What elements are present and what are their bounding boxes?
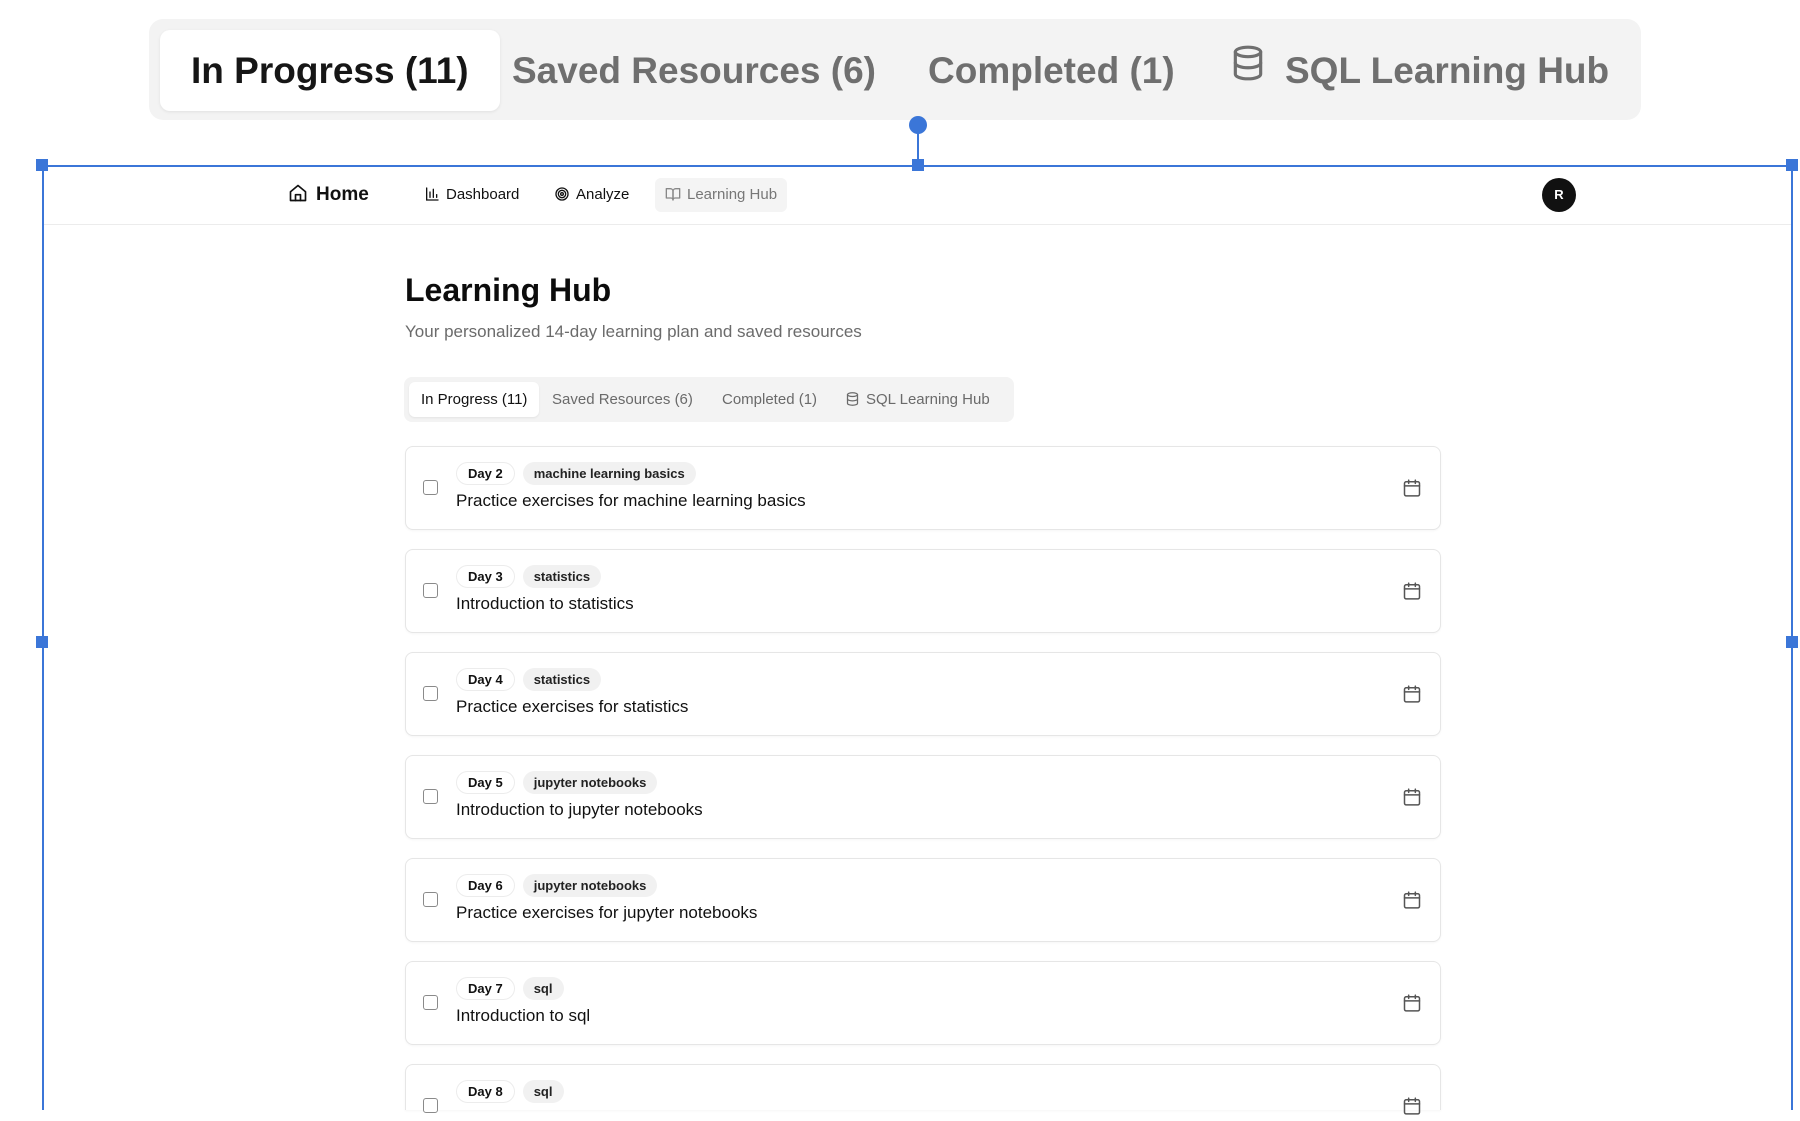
tab-bar: In Progress (11) Saved Resources (6) Com… xyxy=(404,377,1014,422)
user-avatar[interactable]: R xyxy=(1542,178,1576,212)
selection-handle-middle-left[interactable] xyxy=(36,636,48,648)
task-title: Introduction to sql xyxy=(456,1006,591,1025)
calendar-icon[interactable] xyxy=(1402,787,1422,812)
task-checkbox[interactable] xyxy=(423,789,438,804)
calendar-icon[interactable] xyxy=(1402,581,1422,606)
calendar-icon[interactable] xyxy=(1402,478,1422,503)
task-checkbox[interactable] xyxy=(423,995,438,1010)
zoomed-tab-completed[interactable]: Completed (1) xyxy=(928,30,1175,111)
task-card: Day 8 sql xyxy=(405,1064,1441,1115)
zoomed-tab-sql-learning-hub[interactable]: SQL Learning Hub xyxy=(1229,30,1609,111)
tab-sql-learning-hub[interactable]: SQL Learning Hub xyxy=(845,382,990,417)
day-badge: Day 5 xyxy=(456,771,515,794)
nav-analyze[interactable]: Analyze xyxy=(544,178,639,212)
tab-in-progress[interactable]: In Progress (11) xyxy=(409,382,540,417)
selection-handle-middle-right[interactable] xyxy=(1786,636,1798,648)
task-title: Practice exercises for machine learning … xyxy=(456,491,806,510)
task-checkbox[interactable] xyxy=(423,480,438,495)
day-badge: Day 6 xyxy=(456,874,515,897)
topic-badge: machine learning basics xyxy=(522,462,696,485)
page-title: Learning Hub xyxy=(405,272,612,308)
home-icon xyxy=(289,185,307,202)
day-badge: Day 4 xyxy=(456,668,515,691)
day-badge: Day 3 xyxy=(456,565,515,588)
calendar-icon[interactable] xyxy=(1402,684,1422,709)
task-checkbox[interactable] xyxy=(423,583,438,598)
day-badge: Day 8 xyxy=(456,1080,515,1103)
zoomed-tab-saved-resources[interactable]: Saved Resources (6) xyxy=(512,30,876,111)
tab-sql-label: SQL Learning Hub xyxy=(866,391,990,408)
nav-learning-hub-label: Learning Hub xyxy=(687,186,778,203)
topic-badge: jupyter notebooks xyxy=(522,771,658,794)
nav-dashboard[interactable]: Dashboard xyxy=(414,178,529,212)
nav-dashboard-label: Dashboard xyxy=(446,186,520,203)
topic-badge: statistics xyxy=(522,565,602,588)
topic-badge: jupyter notebooks xyxy=(522,874,658,897)
calendar-icon[interactable] xyxy=(1402,890,1422,915)
task-title: Introduction to statistics xyxy=(456,594,634,613)
selection-rotate-handle[interactable] xyxy=(909,116,927,134)
nav-home-label: Home xyxy=(316,184,369,205)
book-open-icon xyxy=(665,187,681,201)
task-card: Day 5 jupyter notebooks Introduction to j… xyxy=(405,755,1441,839)
target-icon xyxy=(555,186,569,201)
task-card: Day 2 machine learning basics Practice ex… xyxy=(405,446,1441,530)
task-card: Day 6 jupyter notebooks Practice exercise… xyxy=(405,858,1441,942)
database-icon xyxy=(846,391,859,406)
task-card: Day 4 statistics Practice exercises for s… xyxy=(405,652,1441,736)
task-checkbox[interactable] xyxy=(423,686,438,701)
task-card: Day 3 statistics Introduction to statisti… xyxy=(405,549,1441,633)
topic-badge: sql xyxy=(522,977,564,1000)
bar-chart-icon xyxy=(426,186,439,201)
zoomed-tab-in-progress[interactable]: In Progress (11) xyxy=(160,30,500,111)
tab-saved-resources[interactable]: Saved Resources (6) xyxy=(552,382,693,417)
topic-badge: statistics xyxy=(522,668,602,691)
task-checkbox[interactable] xyxy=(423,1098,438,1113)
topic-badge: sql xyxy=(522,1080,564,1103)
day-badge: Day 2 xyxy=(456,462,515,485)
task-title: Practice exercises for jupyter notebooks xyxy=(456,903,758,922)
task-title: Practice exercises for statistics xyxy=(456,697,689,716)
tab-completed[interactable]: Completed (1) xyxy=(722,382,817,417)
task-checkbox[interactable] xyxy=(423,892,438,907)
nav-analyze-label: Analyze xyxy=(576,186,630,203)
calendar-icon[interactable] xyxy=(1402,1096,1422,1121)
top-navbar: Home Dashboard Analyze Learning Hub R xyxy=(44,167,1791,225)
nav-home-link[interactable]: Home xyxy=(288,182,369,208)
page-subtitle: Your personalized 14-day learning plan a… xyxy=(405,322,862,341)
zoomed-tab-sql-label: SQL Learning Hub xyxy=(1285,50,1610,91)
day-badge: Day 7 xyxy=(456,977,515,1000)
task-card: Day 7 sql Introduction to sql xyxy=(405,961,1441,1045)
database-icon xyxy=(1229,30,1267,111)
zoomed-tab-bar: In Progress (11) Saved Resources (6) Com… xyxy=(149,19,1641,120)
task-title: Introduction to jupyter notebooks xyxy=(456,800,703,819)
calendar-icon[interactable] xyxy=(1402,993,1422,1018)
nav-learning-hub[interactable]: Learning Hub xyxy=(655,178,788,212)
